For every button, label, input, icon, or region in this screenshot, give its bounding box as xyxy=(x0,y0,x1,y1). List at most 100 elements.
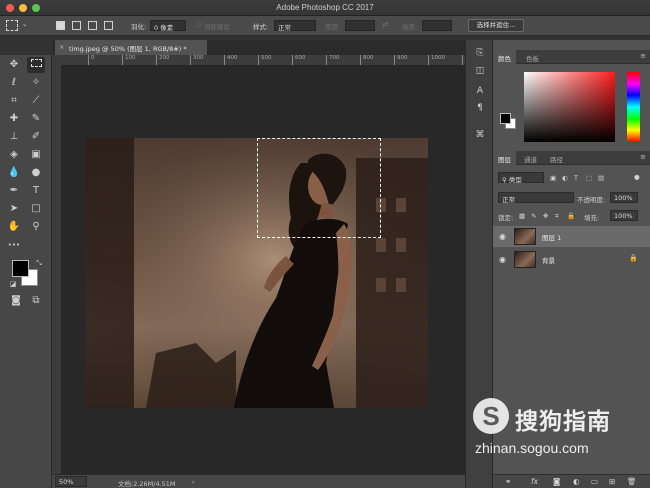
intersect-selection-icon[interactable] xyxy=(104,21,113,30)
zoom-tool-icon[interactable]: ⚲ xyxy=(27,219,45,235)
paragraph-panel-icon[interactable]: ¶ xyxy=(475,103,485,115)
zoom-level-field[interactable]: 50% xyxy=(55,476,87,487)
tab-paths[interactable]: 路径 xyxy=(545,151,568,165)
fill-input[interactable]: 100% xyxy=(610,210,638,221)
mask-icon[interactable]: ◙ xyxy=(553,477,560,486)
history-panel-icon[interactable]: ⎘ xyxy=(475,48,485,60)
adjustment-icon[interactable]: ◐ xyxy=(573,477,580,486)
height-input[interactable] xyxy=(422,20,452,31)
filter-adjustment-icon[interactable]: ◐ xyxy=(562,174,568,182)
filter-pixel-icon[interactable]: ▣ xyxy=(550,174,556,182)
watermark-brand: 搜狗指南 xyxy=(515,409,611,435)
style-select[interactable]: 正常 xyxy=(274,20,316,32)
lasso-tool-icon[interactable]: ℓ xyxy=(5,75,23,91)
document-size-info[interactable]: 文档:2.26M/4.51M xyxy=(118,478,176,488)
lock-position-icon[interactable]: ✥ xyxy=(543,212,548,220)
libraries-panel-icon[interactable]: ⌘ xyxy=(475,130,485,142)
more-tools-icon[interactable]: ••• xyxy=(5,237,23,253)
magic-wand-tool-icon[interactable]: ✧ xyxy=(27,75,45,91)
fx-icon[interactable]: fx xyxy=(531,477,538,486)
quick-mask-icon[interactable]: ◙ xyxy=(7,293,25,309)
status-menu-arrow-icon[interactable]: › xyxy=(192,478,195,486)
trash-icon[interactable]: 🗑 xyxy=(627,477,637,486)
color-panel-menu-icon[interactable]: ≡ xyxy=(640,52,646,60)
tab-layers[interactable]: 图层 xyxy=(493,151,516,165)
layers-panel-menu-icon[interactable]: ≡ xyxy=(640,153,646,161)
layers-panel-tabs: 图层 通道 路径 ≡ xyxy=(493,151,650,165)
layer-row[interactable]: ◉ 图层 1 xyxy=(493,226,650,247)
document-tabs: × timg.jpeg @ 50% (图层 1, RGB/8#) * xyxy=(52,40,465,55)
visibility-eye-icon[interactable]: ◉ xyxy=(499,255,506,264)
swap-colors-icon[interactable]: ⤡ xyxy=(30,255,48,271)
marquee-preset-icon[interactable] xyxy=(6,20,18,31)
ruler-tick-label: 700 xyxy=(326,55,340,65)
healing-brush-tool-icon[interactable]: ✚ xyxy=(5,111,23,127)
blend-mode-select[interactable]: 正常 xyxy=(498,192,574,204)
width-label: 宽度: xyxy=(325,23,341,31)
hand-tool-icon[interactable]: ✋ xyxy=(5,219,23,235)
tools-panel: ✥ ℓ ✧ ⌗ ⟋ ✚ ✎ ⊥ ✐ ◈ ▣ 💧 ● ✒ T ➤ □ ✋ ⚲ ••… xyxy=(0,55,52,488)
folder-icon[interactable]: ▭ xyxy=(591,477,598,486)
gradient-tool-icon[interactable]: ▣ xyxy=(27,147,45,163)
filter-type-icon[interactable]: T xyxy=(574,174,578,182)
pen-tool-icon[interactable]: ✒ xyxy=(5,183,23,199)
clone-stamp-tool-icon[interactable]: ⊥ xyxy=(5,129,23,145)
opacity-label: 不透明度: xyxy=(577,196,606,204)
layer-filter-select[interactable]: ⚲ 类型 xyxy=(498,172,544,184)
brush-tool-icon[interactable]: ✎ xyxy=(27,111,45,127)
layer-name: 背景 xyxy=(542,257,555,265)
filter-toggle-icon[interactable]: ● xyxy=(634,173,640,181)
default-colors-icon[interactable]: ◪ xyxy=(4,276,22,292)
lock-transparent-icon[interactable]: ▦ xyxy=(519,212,525,220)
tab-channels[interactable]: 通道 xyxy=(519,151,542,165)
select-and-mask-button[interactable]: 选择并遮住... xyxy=(468,19,524,32)
rectangle-tool-icon[interactable]: □ xyxy=(27,201,45,217)
new-selection-icon[interactable] xyxy=(56,21,65,30)
filter-shape-icon[interactable]: ⬚ xyxy=(586,174,592,182)
vertical-ruler xyxy=(52,66,62,474)
add-selection-icon[interactable] xyxy=(72,21,81,30)
blur-tool-icon[interactable]: 💧 xyxy=(5,165,23,181)
eyedropper-tool-icon[interactable]: ⟋ xyxy=(27,93,45,109)
dodge-tool-icon[interactable]: ● xyxy=(27,165,45,181)
width-input[interactable] xyxy=(345,20,375,31)
opacity-input[interactable]: 100% xyxy=(610,192,638,203)
swap-dimensions-icon[interactable]: ⇄ xyxy=(382,20,389,29)
color-panel-foreground[interactable] xyxy=(500,113,511,124)
lock-all-icon[interactable]: 🔒 xyxy=(567,212,575,220)
ruler-corner xyxy=(52,55,62,66)
color-panel-tabs: 颜色 色板 ≡ xyxy=(493,50,650,64)
chevron-down-icon[interactable]: ⌄ xyxy=(22,20,27,28)
history-brush-tool-icon[interactable]: ✐ xyxy=(27,129,45,145)
screen-mode-icon[interactable]: ⧉ xyxy=(27,293,45,309)
hue-slider[interactable] xyxy=(627,72,640,142)
eraser-tool-icon[interactable]: ◈ xyxy=(5,147,23,163)
antialias-checkbox-icon[interactable]: ☐ xyxy=(196,21,202,29)
ruler-tick-label: 200 xyxy=(156,55,170,65)
ruler-tick-label: 800 xyxy=(360,55,374,65)
crop-tool-icon[interactable]: ⌗ xyxy=(5,93,23,109)
layer-row[interactable]: ◉ 背景 🔒 xyxy=(493,249,650,270)
tab-color[interactable]: 颜色 xyxy=(493,50,516,64)
selection-marquee[interactable] xyxy=(257,138,381,238)
character-panel-icon[interactable]: A xyxy=(475,86,485,98)
close-tab-icon[interactable]: × xyxy=(59,43,64,51)
filter-smart-object-icon[interactable]: ▤ xyxy=(598,174,604,182)
lock-image-icon[interactable]: ✎ xyxy=(531,212,536,220)
properties-panel-icon[interactable]: ◫ xyxy=(475,66,485,78)
visibility-eye-icon[interactable]: ◉ xyxy=(499,232,506,241)
type-tool-icon[interactable]: T xyxy=(27,183,45,199)
subtract-selection-icon[interactable] xyxy=(88,21,97,30)
tab-swatches[interactable]: 色板 xyxy=(521,50,544,64)
rect-marquee-tool-icon[interactable] xyxy=(27,57,45,73)
lock-artboard-icon[interactable]: ⌗ xyxy=(555,212,559,221)
feather-input[interactable]: 0 像素 xyxy=(150,20,186,32)
link-icon[interactable]: ⚭ xyxy=(505,477,511,486)
move-tool-icon[interactable]: ✥ xyxy=(5,57,23,73)
document-tab[interactable]: × timg.jpeg @ 50% (图层 1, RGB/8#) * xyxy=(55,40,207,55)
new-layer-icon[interactable]: ⊞ xyxy=(609,477,615,486)
path-selection-tool-icon[interactable]: ➤ xyxy=(5,201,23,217)
foreground-color-swatch[interactable] xyxy=(12,260,29,277)
ruler-tick-label: 300 xyxy=(190,55,204,65)
color-field[interactable] xyxy=(524,72,615,142)
